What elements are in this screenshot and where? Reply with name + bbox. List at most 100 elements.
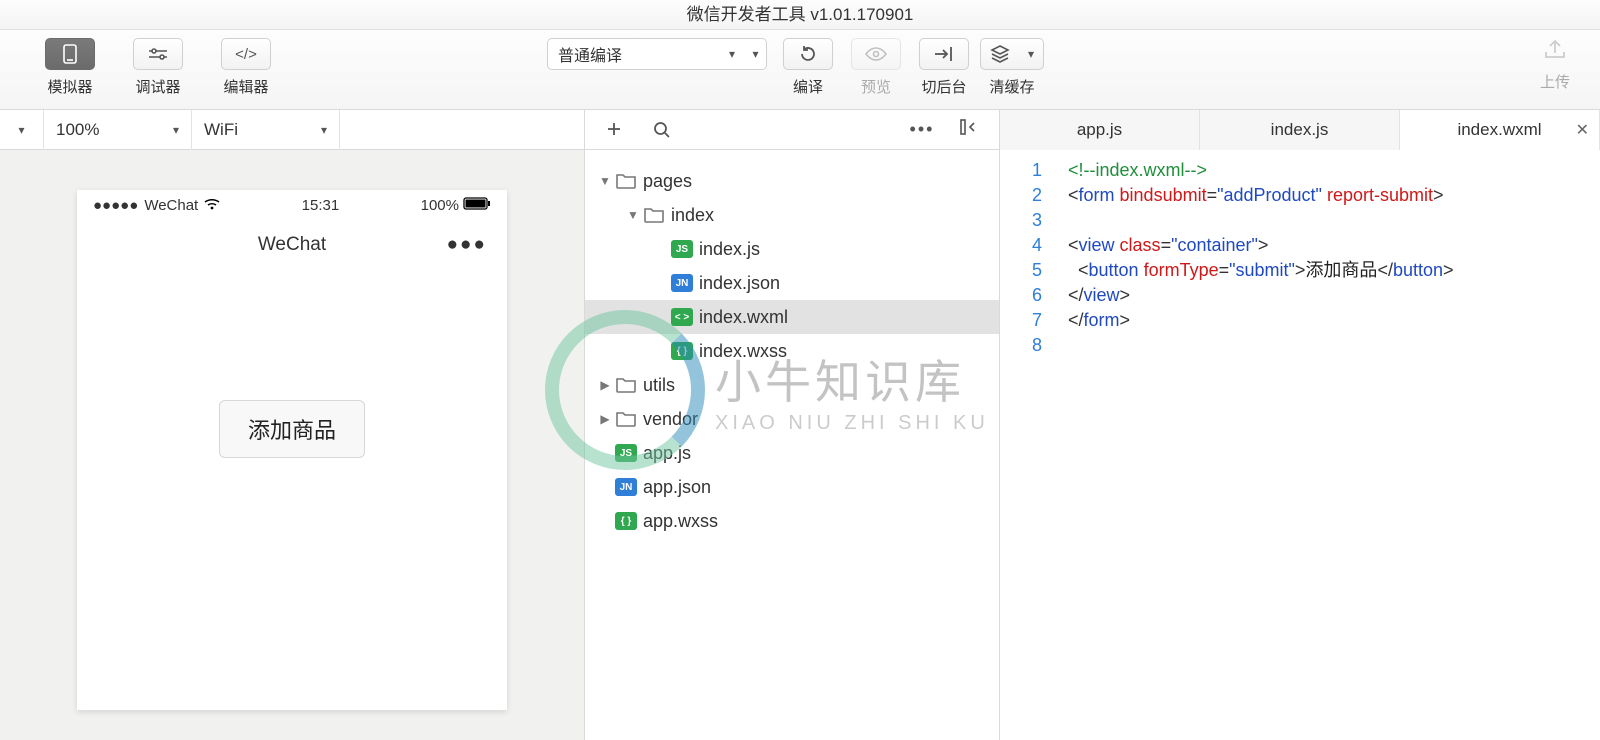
new-file-button[interactable] xyxy=(599,121,629,139)
jn-file-icon: JN xyxy=(671,274,693,292)
phone-icon xyxy=(45,38,95,70)
code-area[interactable]: <!--index.wxml--><form bindsubmit="addPr… xyxy=(1056,150,1600,740)
close-icon[interactable]: ✕ xyxy=(1576,120,1589,140)
phone-frame: ●●●●● WeChat 15:31 100% WeChat ●●● xyxy=(77,190,507,710)
caret-icon: ▼ xyxy=(597,174,613,188)
tree-item-label: pages xyxy=(643,171,692,192)
tree-item-app-wxss[interactable]: { } app.wxss xyxy=(585,504,999,538)
signal-icon: ●●●●● xyxy=(93,197,138,214)
tree-item-index-json[interactable]: JN index.json xyxy=(585,266,999,300)
compile-button[interactable]: 编译 xyxy=(781,38,835,97)
tree-item-label: app.js xyxy=(643,443,691,464)
phone-more-button[interactable]: ●●● xyxy=(447,234,487,256)
sliders-icon xyxy=(133,38,183,70)
editor-tab-app-js[interactable]: app.js xyxy=(1000,110,1200,150)
line-gutter: 12345678 xyxy=(1000,150,1056,740)
network-value: WiFi xyxy=(204,120,238,140)
folder-icon xyxy=(615,410,637,428)
search-button[interactable] xyxy=(647,121,677,139)
tree-item-pages[interactable]: ▼ pages xyxy=(585,164,999,198)
clear-cache-label: 清缓存 xyxy=(989,76,1034,97)
tree-item-index-wxml[interactable]: < > index.wxml xyxy=(585,300,999,334)
tree-item-label: index.js xyxy=(699,239,760,260)
more-menu-button[interactable]: ••• xyxy=(907,119,937,140)
js-file-icon: JS xyxy=(671,240,693,258)
tree-item-label: app.wxss xyxy=(643,511,718,532)
zoom-value: 100% xyxy=(56,120,99,140)
switch-background-icon xyxy=(919,38,969,70)
refresh-icon xyxy=(783,38,833,70)
code-icon: </> xyxy=(221,38,271,70)
compile-mode-value: 普通编译 xyxy=(558,42,622,66)
editor-tabs: app.jsindex.jsindex.wxml✕ xyxy=(1000,110,1600,149)
xm-file-icon: < > xyxy=(671,308,693,326)
upload-label: 上传 xyxy=(1540,71,1570,92)
code-editor[interactable]: 12345678 <!--index.wxml--><form bindsubm… xyxy=(1000,150,1600,740)
network-select[interactable]: WiFi▾ xyxy=(192,110,340,150)
xs-file-icon: { } xyxy=(615,512,637,530)
chevron-down-icon: ▾ xyxy=(729,47,735,61)
tree-item-label: app.json xyxy=(643,477,711,498)
eye-icon xyxy=(851,38,901,70)
time-label: 15:31 xyxy=(302,197,340,214)
compile-mode-expand[interactable]: ▾ xyxy=(745,38,767,70)
zoom-select[interactable]: 100%▾ xyxy=(44,110,192,150)
clear-cache-button[interactable]: ▾ 清缓存 xyxy=(985,38,1039,97)
caret-icon: ▶ xyxy=(597,412,613,426)
caret-icon: ▼ xyxy=(625,208,641,222)
tree-item-label: index.wxml xyxy=(699,307,788,328)
tree-item-index-js[interactable]: JS index.js xyxy=(585,232,999,266)
battery-label: 100% xyxy=(421,197,459,214)
folder-icon xyxy=(643,206,665,224)
phone-status-bar: ●●●●● WeChat 15:31 100% xyxy=(77,190,507,220)
wifi-icon xyxy=(204,197,220,214)
add-product-button[interactable]: 添加商品 xyxy=(219,400,365,458)
tree-item-label: utils xyxy=(643,375,675,396)
debugger-toggle[interactable]: 调试器 xyxy=(128,38,188,97)
phone-nav-bar: WeChat ●●● xyxy=(77,220,507,270)
compile-mode-select[interactable]: 普通编译 ▾ xyxy=(547,38,745,70)
tree-item-app-js[interactable]: JS app.js xyxy=(585,436,999,470)
folder-icon xyxy=(615,172,637,190)
xs-file-icon: { } xyxy=(671,342,693,360)
js-file-icon: JS xyxy=(615,444,637,462)
tree-item-index-wxss[interactable]: { } index.wxss xyxy=(585,334,999,368)
caret-icon: ▶ xyxy=(597,378,613,392)
carrier-label: WeChat xyxy=(144,197,198,214)
file-tree-panel: 小牛知识库 XIAO NIU ZHI SHI KU ▼pages▼indexJS… xyxy=(585,150,1000,740)
background-label: 切后台 xyxy=(921,76,966,97)
preview-button[interactable]: 预览 xyxy=(849,38,903,97)
compile-label: 编译 xyxy=(793,76,823,97)
window-titlebar: 微信开发者工具 v1.01.170901 xyxy=(0,0,1600,30)
sub-toolbar: ▾ 100%▾ WiFi▾ ••• app.jsindex.jsindex.wx… xyxy=(0,110,1600,150)
background-button[interactable]: 切后台 xyxy=(917,38,971,97)
main-toolbar: 模拟器 调试器 </> 编辑器 普通编译 ▾ ▾ 编译 预览 xyxy=(0,30,1600,110)
phone-nav-title: WeChat xyxy=(258,234,326,256)
editor-toggle[interactable]: </> 编辑器 xyxy=(216,38,276,97)
tree-item-label: index xyxy=(671,205,714,226)
window-title: 微信开发者工具 v1.01.170901 xyxy=(687,5,914,24)
tree-item-label: index.wxss xyxy=(699,341,787,362)
editor-tab-index-js[interactable]: index.js xyxy=(1200,110,1400,150)
tree-item-index[interactable]: ▼ index xyxy=(585,198,999,232)
simulator-toggle[interactable]: 模拟器 xyxy=(40,38,100,97)
preview-label: 预览 xyxy=(861,76,891,97)
tree-item-label: vendor xyxy=(643,409,698,430)
editor-tab-index-wxml[interactable]: index.wxml✕ xyxy=(1400,110,1600,150)
simulator-label: 模拟器 xyxy=(47,76,92,97)
device-menu[interactable]: ▾ xyxy=(0,110,44,150)
debugger-label: 调试器 xyxy=(135,76,180,97)
editor-label: 编辑器 xyxy=(223,76,268,97)
tree-item-vendor[interactable]: ▶ vendor xyxy=(585,402,999,436)
tree-item-app-json[interactable]: JN app.json xyxy=(585,470,999,504)
jn-file-icon: JN xyxy=(615,478,637,496)
tree-item-label: index.json xyxy=(699,273,780,294)
upload-icon xyxy=(1542,38,1568,65)
battery-icon xyxy=(463,197,491,214)
layers-icon: ▾ xyxy=(980,38,1044,70)
collapse-tree-button[interactable] xyxy=(955,119,985,140)
folder-icon xyxy=(615,376,637,394)
tree-item-utils[interactable]: ▶ utils xyxy=(585,368,999,402)
simulator-panel: ●●●●● WeChat 15:31 100% WeChat ●●● xyxy=(0,150,585,740)
upload-button[interactable]: 上传 xyxy=(1540,38,1570,92)
